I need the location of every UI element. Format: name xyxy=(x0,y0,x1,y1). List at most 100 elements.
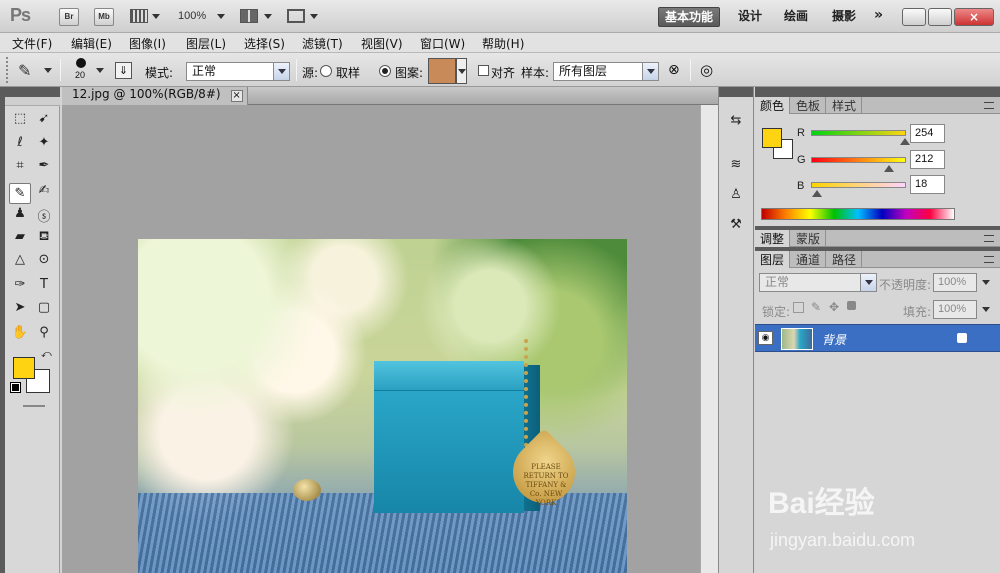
workspace-photography[interactable]: 摄影 xyxy=(826,7,862,27)
move-tool-icon[interactable]: ➹ xyxy=(33,111,55,132)
lock-transparent-icon[interactable] xyxy=(793,302,804,313)
menu-select[interactable]: 选择(S) xyxy=(244,35,285,52)
panel-menu-icon[interactable] xyxy=(984,235,994,242)
dodge-tool-icon[interactable]: ⊙ xyxy=(33,252,55,273)
tab-channels[interactable]: 通道 xyxy=(791,251,827,268)
tool-presets-icon[interactable]: ⚒ xyxy=(726,215,746,235)
vertical-scrollbar[interactable] xyxy=(700,105,718,573)
tab-styles[interactable]: 样式 xyxy=(827,97,863,114)
menu-image[interactable]: 图像(I) xyxy=(129,35,166,52)
workspace-painting[interactable]: 绘画 xyxy=(778,7,814,27)
canvas[interactable]: PLEASE RETURN TO TIFFANY & Co. NEW YORK xyxy=(62,105,700,573)
panel-menu-icon[interactable] xyxy=(984,256,994,263)
document-tab[interactable]: 12.jpg @ 100%(RGB/8#) × xyxy=(62,87,248,105)
chevron-down-icon[interactable] xyxy=(310,14,318,19)
tab-adjustments[interactable]: 调整 xyxy=(755,230,791,247)
tab-color[interactable]: 颜色 xyxy=(755,97,791,114)
pattern-swatch[interactable] xyxy=(428,58,456,84)
blue-slider-thumb[interactable] xyxy=(812,190,822,197)
sample-select[interactable]: 所有图层 xyxy=(553,62,659,81)
zoom-level[interactable]: 100% xyxy=(178,10,206,22)
blend-mode-select[interactable]: 正常 xyxy=(759,273,877,292)
history-brush-tool-icon[interactable]: ⓢ xyxy=(33,206,55,227)
path-selection-tool-icon[interactable]: ➤ xyxy=(9,300,31,321)
lock-position-icon[interactable]: ✥ xyxy=(829,300,839,314)
screen-mode-icon[interactable] xyxy=(287,9,305,23)
workspace-design[interactable]: 设计 xyxy=(732,7,768,27)
history-panel-icon[interactable]: ⇆ xyxy=(726,111,746,131)
crop-tool-icon[interactable]: ⌗ xyxy=(9,158,31,179)
menu-window[interactable]: 窗口(W) xyxy=(420,35,465,52)
panel-menu-icon[interactable] xyxy=(984,102,994,109)
chevron-down-icon[interactable] xyxy=(264,14,272,19)
type-tool-icon[interactable]: T xyxy=(33,277,55,298)
clone-source-icon[interactable]: ♙ xyxy=(726,185,746,205)
chevron-down-icon[interactable] xyxy=(217,14,225,19)
brush-tool-icon[interactable]: ✍ xyxy=(33,183,55,204)
menu-help[interactable]: 帮助(H) xyxy=(482,35,524,52)
minimize-icon[interactable] xyxy=(902,8,926,26)
ignore-adjustment-layers-icon[interactable]: ⊗ xyxy=(668,62,680,78)
shape-tool-icon[interactable]: ▢ xyxy=(33,300,55,321)
tab-swatches[interactable]: 色板 xyxy=(791,97,827,114)
pen-tool-icon[interactable]: ✑ xyxy=(9,277,31,298)
tiffany-box-photo[interactable]: PLEASE RETURN TO TIFFANY & Co. NEW YORK xyxy=(138,239,627,573)
restore-icon[interactable] xyxy=(928,8,952,26)
patch-tool-preset-icon[interactable]: ✎ xyxy=(18,61,31,80)
layer-name[interactable]: 背景 xyxy=(822,331,846,348)
menu-view[interactable]: 视图(V) xyxy=(361,35,403,52)
eraser-tool-icon[interactable]: ▰ xyxy=(9,229,31,250)
layer-row-background[interactable]: ◉ 背景 xyxy=(755,324,1000,352)
chevron-down-icon[interactable] xyxy=(152,14,160,19)
opacity-value[interactable]: 100% xyxy=(933,273,977,292)
bridge-button[interactable]: Br xyxy=(59,8,79,26)
chevron-down-icon[interactable] xyxy=(44,68,52,73)
menu-filter[interactable]: 滤镜(T) xyxy=(302,35,343,52)
swap-colors-icon[interactable]: ⤺ xyxy=(41,349,52,360)
foreground-color-swatch[interactable] xyxy=(13,357,35,379)
eyedropper-tool-icon[interactable]: ✒ xyxy=(33,158,55,179)
chevron-down-icon[interactable] xyxy=(96,68,104,73)
tab-masks[interactable]: 蒙版 xyxy=(791,230,827,247)
tablet-pressure-icon[interactable]: ◎ xyxy=(700,61,713,79)
panel-header[interactable] xyxy=(755,87,1000,97)
close-icon[interactable]: × xyxy=(954,8,994,26)
paint-bucket-tool-icon[interactable]: ⛾ xyxy=(33,229,55,250)
red-value[interactable]: 254 xyxy=(910,124,945,143)
menu-file[interactable]: 文件(F) xyxy=(12,35,52,52)
lock-all-icon[interactable] xyxy=(847,301,856,310)
brush-panel-icon[interactable]: ⇓ xyxy=(115,62,132,79)
quick-mask-icon[interactable] xyxy=(23,405,45,407)
marquee-tool-icon[interactable]: ⬚ xyxy=(9,111,31,132)
menu-layer[interactable]: 图层(L) xyxy=(186,35,226,52)
source-sampled-radio[interactable] xyxy=(320,65,332,77)
brush-dot-icon[interactable] xyxy=(76,58,86,68)
red-slider-thumb[interactable] xyxy=(900,138,910,145)
tools-panel-header[interactable] xyxy=(5,87,60,97)
pattern-picker-button[interactable] xyxy=(456,58,467,84)
tools-panel-grip[interactable] xyxy=(5,97,60,106)
tab-paths[interactable]: 路径 xyxy=(827,251,863,268)
brush-presets-icon[interactable]: ≋ xyxy=(726,155,746,175)
patch-tool-icon[interactable]: ✎ xyxy=(9,183,31,204)
visibility-eye-icon[interactable]: ◉ xyxy=(758,331,773,345)
quick-selection-tool-icon[interactable]: ✦ xyxy=(33,135,55,156)
close-icon[interactable]: × xyxy=(230,90,243,102)
blue-slider[interactable] xyxy=(811,182,906,188)
chevron-down-icon[interactable] xyxy=(982,280,990,285)
dock-header[interactable] xyxy=(719,87,753,97)
mode-select[interactable]: 正常 xyxy=(186,62,290,81)
blue-value[interactable]: 18 xyxy=(910,175,945,194)
tab-layers[interactable]: 图层 xyxy=(755,251,791,268)
default-colors-icon[interactable] xyxy=(10,382,21,393)
color-panel-foreground-swatch[interactable] xyxy=(762,128,782,148)
blur-tool-icon[interactable]: △ xyxy=(9,252,31,273)
red-slider[interactable] xyxy=(811,130,906,136)
lock-pixels-icon[interactable]: ✎ xyxy=(811,300,821,314)
clone-stamp-tool-icon[interactable]: ♟ xyxy=(9,206,31,227)
source-pattern-radio[interactable] xyxy=(379,65,391,77)
mini-bridge-button[interactable]: Mb xyxy=(94,8,114,26)
green-slider-thumb[interactable] xyxy=(884,165,894,172)
green-slider[interactable] xyxy=(811,157,906,163)
color-spectrum-ramp[interactable] xyxy=(761,208,955,220)
